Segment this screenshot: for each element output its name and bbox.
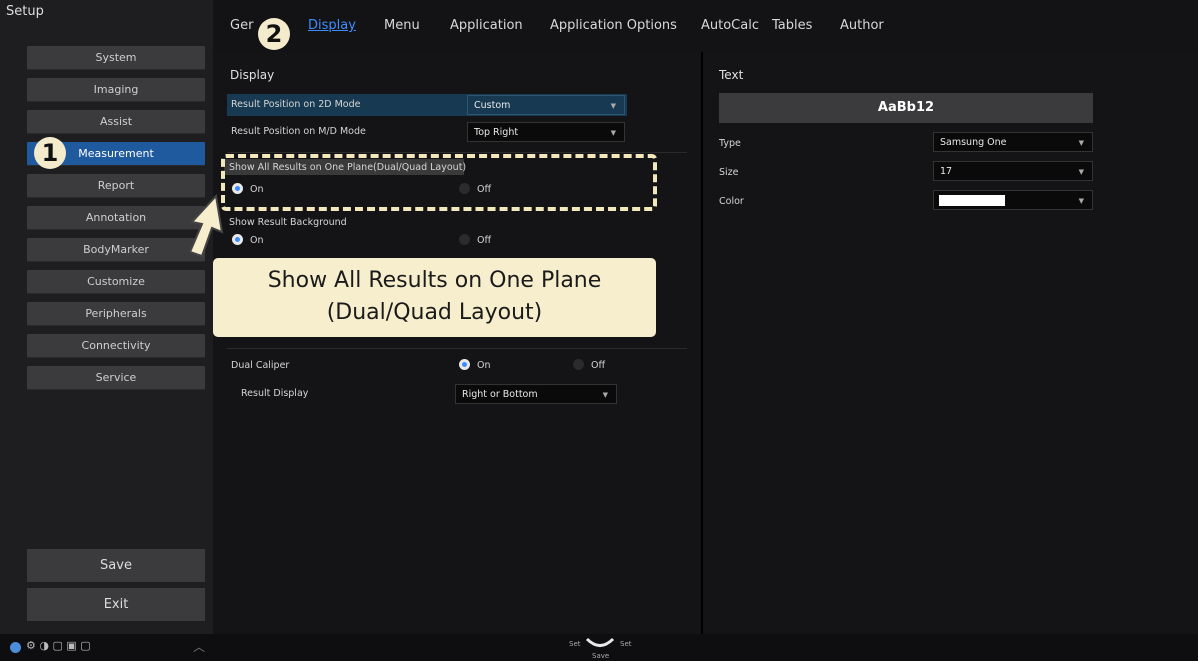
callout-line-2: (Dual/Quad Layout) (326, 300, 543, 325)
status-bar: ⚙ ◑ ▢ ▣ ▢ ︿ Set Set Save (0, 634, 1198, 661)
sidebar-item-system[interactable]: System (27, 46, 205, 70)
tab-application-options[interactable]: Application Options (550, 18, 677, 33)
display-section-title: Display (230, 68, 275, 82)
show-bg-off-radio[interactable] (459, 234, 470, 245)
color-swatch (939, 195, 1005, 206)
sidebar: Setup System Imaging Assist Measurement … (0, 0, 213, 634)
dual-caliper-on-radio[interactable] (459, 359, 470, 370)
tab-general[interactable]: Ger (230, 18, 253, 33)
highlight-box (221, 154, 657, 211)
sidebar-item-customize[interactable]: Customize (27, 270, 205, 294)
show-bg-on-radio[interactable] (232, 234, 243, 245)
pointer-arrow-icon (188, 193, 224, 258)
tab-menu[interactable]: Menu (384, 18, 420, 33)
result-display-select[interactable]: Right or Bottom ▼ (455, 384, 617, 404)
type-label: Type (719, 138, 741, 149)
tab-autocalc[interactable]: AutoCalc (701, 18, 759, 33)
set-right-label: Set (620, 640, 632, 648)
tab-display[interactable]: Display (308, 18, 356, 33)
result-display-label: Result Display (241, 388, 309, 399)
chevron-down-icon: ▼ (1078, 168, 1084, 176)
tab-tables[interactable]: Tables (772, 18, 812, 33)
divider (227, 152, 687, 153)
chevron-down-icon: ▼ (1078, 139, 1084, 147)
result-md-label: Result Position on M/D Mode (231, 126, 366, 137)
display-panel: Display Result Position on 2D Mode Custo… (213, 52, 701, 634)
set-left-label: Set (569, 640, 581, 648)
result-2d-label: Result Position on 2D Mode (231, 99, 361, 110)
chevron-down-icon: ▼ (1078, 197, 1084, 205)
step-2-badge: 2 (258, 18, 290, 50)
chevron-down-icon: ▼ (610, 102, 616, 110)
exit-button[interactable]: Exit (27, 588, 205, 621)
sidebar-item-service[interactable]: Service (27, 366, 205, 390)
result-md-value: Top Right (474, 127, 519, 138)
result-md-select[interactable]: Top Right ▼ (467, 122, 625, 142)
size-value: 17 (940, 166, 953, 177)
status-icons: ⚙ ◑ ▢ ▣ ▢ (26, 639, 91, 652)
sidebar-item-annotation[interactable]: Annotation (27, 206, 205, 230)
sidebar-item-assist[interactable]: Assist (27, 110, 205, 134)
chevron-up-icon[interactable]: ︿ (193, 638, 205, 655)
save-button[interactable]: Save (27, 549, 205, 582)
show-bg-on-label: On (250, 235, 264, 246)
footer-save-label: Save (592, 652, 610, 660)
sidebar-item-bodymarker[interactable]: BodyMarker (27, 238, 205, 262)
result-2d-value: Custom (474, 100, 511, 111)
dual-caliper-off-label: Off (591, 360, 606, 371)
dual-caliper-label: Dual Caliper (231, 360, 290, 371)
dual-caliper-on-label: On (477, 360, 491, 371)
type-value: Samsung One (940, 137, 1007, 148)
divider (227, 348, 687, 349)
result-2d-select[interactable]: Custom ▼ (467, 95, 625, 115)
tab-bar: Ger Display Menu Application Application… (213, 0, 1198, 52)
user-icon (10, 642, 21, 653)
dual-caliper-off-radio[interactable] (573, 359, 584, 370)
tab-author[interactable]: Author (840, 18, 884, 33)
color-label: Color (719, 196, 744, 207)
text-section-title: Text (719, 68, 744, 82)
sidebar-item-imaging[interactable]: Imaging (27, 78, 205, 102)
sidebar-item-connectivity[interactable]: Connectivity (27, 334, 205, 358)
size-label: Size (719, 167, 739, 178)
callout-box: Show All Results on One Plane (Dual/Quad… (213, 258, 656, 337)
step-1-badge: 1 (34, 137, 66, 169)
result-display-value: Right or Bottom (462, 389, 538, 400)
font-preview: AaBb12 (719, 93, 1093, 123)
show-bg-off-label: Off (477, 235, 492, 246)
text-panel: Text AaBb12 Type Samsung One ▼ Size 17 ▼ C… (703, 52, 1198, 634)
chevron-down-icon: ▼ (610, 129, 616, 137)
sidebar-title: Setup (6, 4, 44, 19)
tab-application[interactable]: Application (450, 18, 523, 33)
trackball-icon (585, 637, 615, 647)
color-select[interactable]: ▼ (933, 190, 1093, 210)
type-select[interactable]: Samsung One ▼ (933, 132, 1093, 152)
chevron-down-icon: ▼ (602, 391, 608, 399)
callout-line-1: Show All Results on One Plane (267, 268, 602, 293)
sidebar-item-report[interactable]: Report (27, 174, 205, 198)
size-select[interactable]: 17 ▼ (933, 161, 1093, 181)
sidebar-item-peripherals[interactable]: Peripherals (27, 302, 205, 326)
show-bg-label: Show Result Background (229, 217, 347, 228)
